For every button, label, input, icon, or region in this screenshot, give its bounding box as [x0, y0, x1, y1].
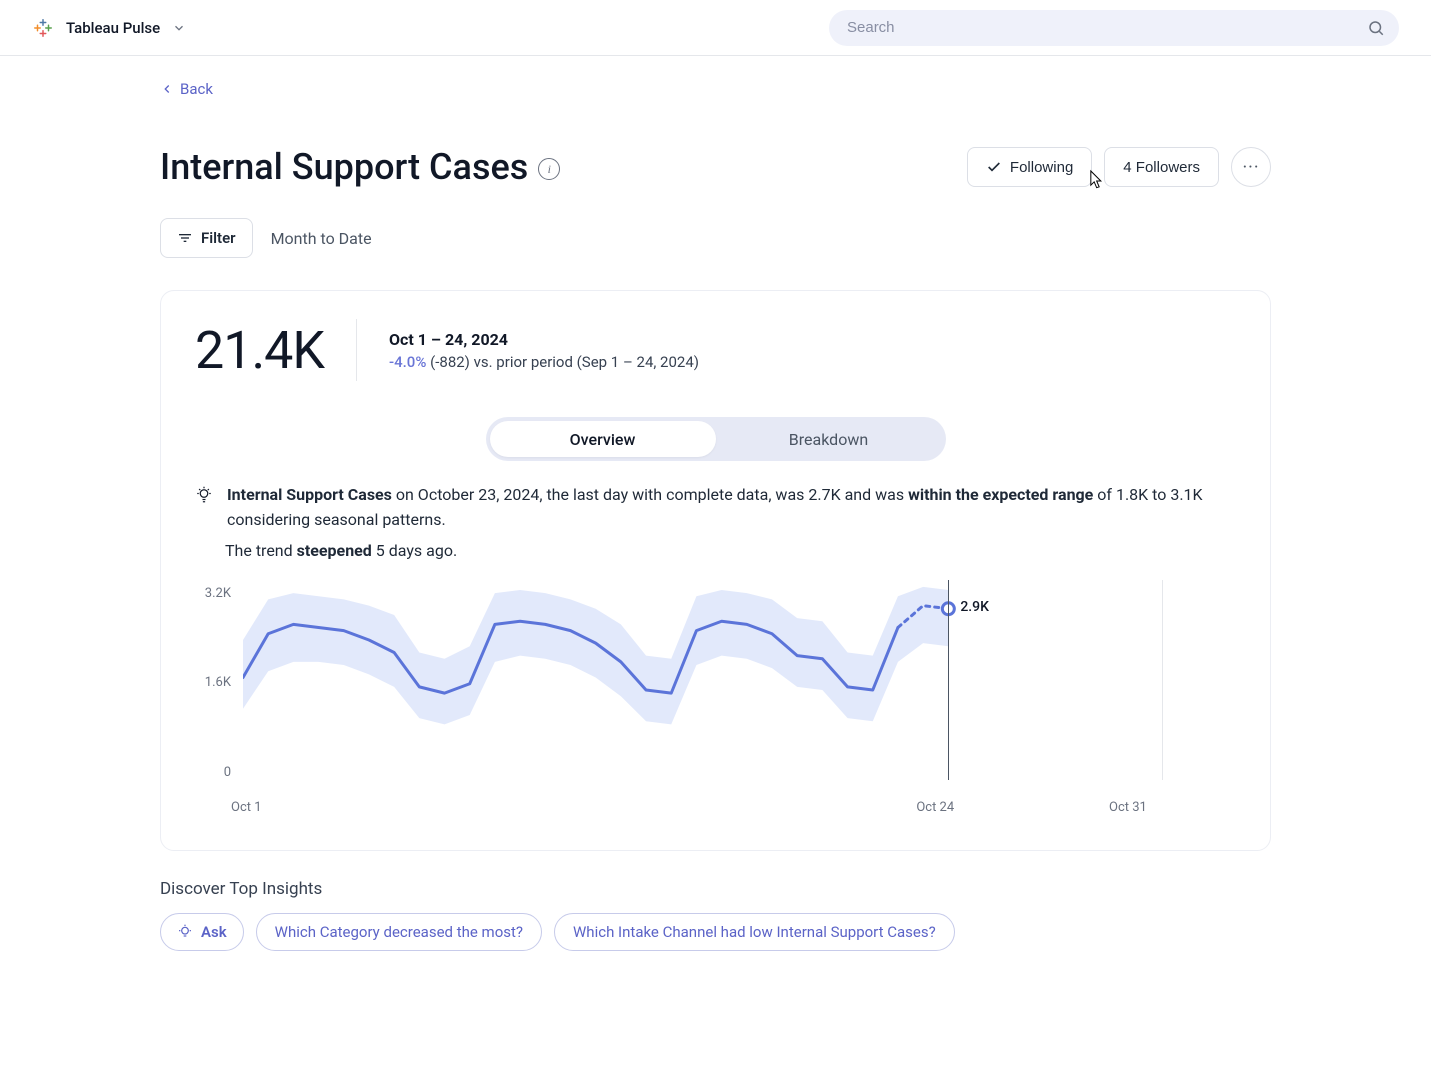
period-label: Month to Date: [271, 229, 372, 248]
insight-line-2: The trend steepened 5 days ago.: [225, 541, 1236, 560]
xtick: Oct 31: [1109, 800, 1147, 815]
insight-2a: The trend: [225, 541, 297, 560]
date-range: Oct 1 – 24, 2024: [389, 330, 699, 349]
lightbulb-icon: [195, 486, 213, 504]
discover-heading: Discover Top Insights: [160, 879, 1271, 899]
metric-value: 21.4K: [195, 320, 324, 381]
insight-metric: Internal Support Cases: [227, 485, 392, 504]
ellipsis-icon: ···: [1242, 157, 1259, 178]
more-button[interactable]: ···: [1231, 147, 1271, 187]
insight-p1: on October 23, 2024, the last day with c…: [392, 485, 908, 504]
chart: 3.2K 1.6K 0 2.9K: [195, 580, 1236, 800]
insight-chip[interactable]: Which Intake Channel had low Internal Su…: [554, 913, 955, 951]
back-link[interactable]: Back: [160, 80, 213, 98]
search-field-wrap: [829, 10, 1399, 46]
tableau-logo-icon: [32, 17, 54, 39]
insight-chip[interactable]: Which Category decreased the most?: [256, 913, 542, 951]
insight-line-1: Internal Support Cases on October 23, 20…: [195, 483, 1236, 533]
search-icon[interactable]: [1367, 19, 1385, 37]
today-gridline: [948, 580, 949, 780]
last-point-label: 2.9K: [960, 599, 989, 615]
search-input[interactable]: [829, 10, 1399, 46]
xtick: Oct 24: [916, 800, 954, 815]
ytick: 1.6K: [195, 675, 231, 690]
filter-row: Filter Month to Date: [160, 218, 1271, 258]
delta-rest: (-882) vs. prior period (Sep 1 – 24, 202…: [426, 353, 699, 371]
x-axis: Oct 1 Oct 24 Oct 31: [231, 800, 1187, 818]
metric-card: 21.4K Oct 1 – 24, 2024 -4.0% (-882) vs. …: [160, 290, 1271, 851]
ask-button[interactable]: Ask: [160, 913, 244, 951]
ask-label: Ask: [201, 923, 227, 941]
filter-button[interactable]: Filter: [160, 218, 253, 258]
filter-label: Filter: [201, 229, 236, 247]
insight-2-bold: steepened: [297, 541, 372, 560]
cursor-pointer-icon: [1085, 168, 1105, 194]
view-tabs: Overview Breakdown: [486, 417, 946, 461]
vertical-divider: [356, 319, 357, 381]
followers-button[interactable]: 4 Followers: [1104, 147, 1219, 187]
delta-line: -4.0% (-882) vs. prior period (Sep 1 – 2…: [389, 353, 699, 371]
following-button[interactable]: Following: [967, 147, 1092, 187]
ytick: 3.2K: [195, 586, 231, 601]
delta-pct: -4.0%: [389, 353, 426, 371]
xtick: Oct 1: [231, 800, 262, 815]
brand-name: Tableau Pulse: [66, 19, 160, 37]
insight-chips: Ask Which Category decreased the most? W…: [160, 913, 1271, 951]
brand[interactable]: Tableau Pulse: [32, 17, 186, 39]
tab-breakdown[interactable]: Breakdown: [716, 421, 942, 457]
back-label: Back: [180, 80, 213, 98]
following-label: Following: [1010, 159, 1073, 176]
top-bar: Tableau Pulse: [0, 0, 1431, 56]
chart-svg: [243, 580, 1163, 800]
tab-overview[interactable]: Overview: [490, 421, 716, 457]
sparkle-icon: [177, 924, 193, 940]
page-title: Internal Support Cases: [160, 146, 528, 188]
summary-row: 21.4K Oct 1 – 24, 2024 -4.0% (-882) vs. …: [195, 319, 1236, 381]
info-icon[interactable]: i: [538, 158, 560, 180]
plot-area[interactable]: 2.9K: [243, 580, 1163, 800]
chevron-down-icon[interactable]: [172, 21, 186, 35]
chevron-left-icon: [160, 82, 174, 96]
ytick: 0: [195, 765, 231, 780]
filter-icon: [177, 230, 193, 246]
insight-2b: 5 days ago.: [372, 541, 457, 560]
check-icon: [986, 159, 1002, 175]
followers-label: 4 Followers: [1123, 159, 1200, 176]
end-gridline: [1162, 580, 1163, 780]
insight-range: within the expected range: [908, 485, 1093, 504]
y-axis: 3.2K 1.6K 0: [195, 580, 231, 780]
